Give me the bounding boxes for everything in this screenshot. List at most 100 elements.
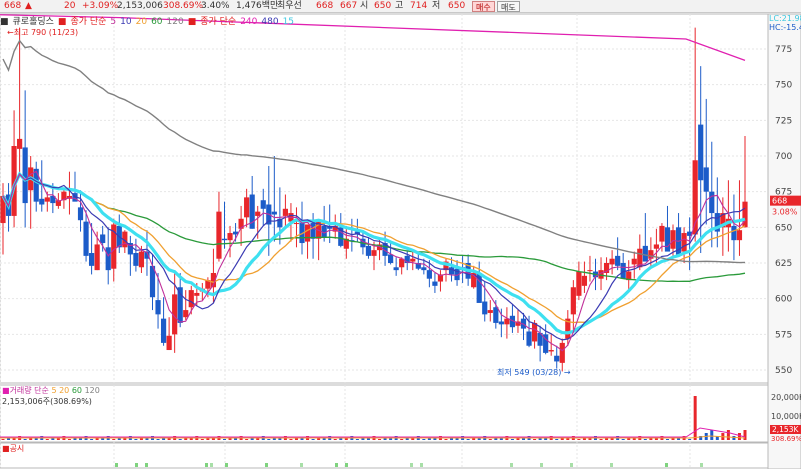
candle-body: [39, 198, 45, 205]
turnover-ratio: 3.40%: [201, 1, 230, 11]
disclosure-bar: [420, 463, 423, 467]
disclosure-bar: [205, 463, 208, 467]
candle-body: [581, 275, 588, 286]
volume-bar: [599, 439, 603, 440]
candle-body: [138, 251, 145, 268]
y-tick-label: 700: [775, 152, 792, 162]
candle-body: [310, 223, 316, 239]
change-percent: +3.09%: [82, 1, 119, 11]
volume-bar: [688, 439, 692, 440]
candle-body: [304, 224, 311, 242]
volume-bar: [90, 439, 94, 440]
candle-body: [83, 221, 89, 256]
volume-bar: [245, 439, 249, 440]
last-pct-text: 3.08%: [772, 208, 798, 217]
y-tick-label: 725: [775, 116, 792, 126]
volume-bar: [533, 439, 537, 440]
candle-body: [426, 270, 432, 279]
y-tick-label: 775: [775, 45, 792, 55]
disclosure-bar: [300, 463, 303, 467]
stock-chart[interactable]: 5505756006256506757007257507756683.08%20…: [0, 0, 801, 469]
candle-body: [432, 281, 438, 286]
lc-indicator: LC:21.98: [769, 14, 801, 23]
candle-body: [221, 238, 228, 241]
disclosure-bar: [510, 463, 513, 467]
high-label: 고: [395, 1, 404, 11]
volume-legend: ■거래량 단순 5 20 60 120: [2, 386, 100, 395]
candle-body: [388, 254, 394, 263]
y-tick-label: 550: [775, 366, 792, 376]
candle-body: [493, 307, 499, 323]
candle-body: [100, 234, 106, 244]
disclosure-bar: [345, 463, 348, 467]
volume-bar: [156, 439, 160, 440]
candle-body: [709, 191, 715, 214]
candle-body: [448, 267, 455, 275]
y-tick-label: 750: [775, 81, 792, 91]
candle-body: [33, 168, 39, 202]
legend-separator-icon: ■: [187, 17, 197, 27]
candle-body: [271, 211, 277, 215]
candle-body: [88, 253, 95, 266]
candle-body: [183, 310, 189, 318]
volume-bar: [621, 439, 625, 440]
candle-body: [105, 247, 111, 271]
volume-bar: [355, 439, 359, 440]
volume-bar: [200, 439, 204, 440]
volume-bar: [693, 396, 697, 440]
low-label: 저: [432, 1, 441, 11]
volume-ratio-text: 308.69%: [771, 435, 801, 443]
price-panel: [0, 13, 769, 384]
volume-bar: [577, 439, 581, 440]
candle-body: [365, 245, 372, 256]
volume-bar: [67, 439, 71, 440]
candle-body: [498, 321, 504, 325]
candle-body: [227, 233, 233, 241]
volume-bar: [743, 430, 747, 440]
candle-body: [642, 245, 648, 262]
volume-bar: [267, 439, 271, 440]
y-tick-label: 600: [775, 295, 792, 305]
volume-bar: [178, 439, 182, 440]
sell-button[interactable]: 매도: [497, 1, 520, 12]
last-price-text: 668: [772, 197, 787, 206]
volume-bar: [222, 439, 226, 440]
ma-15-label: 15: [282, 17, 295, 27]
candle-body: [615, 255, 621, 266]
best-bid-2: 667: [340, 1, 358, 11]
candle-body: [188, 290, 194, 308]
high-annotation: ←최고 790 (11/23): [7, 28, 79, 37]
volume-bar: [737, 433, 741, 440]
legend-separator-icon: ■: [57, 17, 67, 27]
volume-bar: [488, 439, 492, 440]
disclosure-bar: [225, 463, 228, 467]
disclosure-bar: [540, 463, 543, 467]
volume-panel: [0, 384, 769, 443]
volume-bar: [112, 439, 116, 440]
ma-60-label: 60: [151, 17, 163, 27]
buy-button[interactable]: 매수: [472, 1, 495, 12]
volume-bar: [444, 439, 448, 440]
volume-bar: [400, 439, 404, 440]
candle-body: [609, 258, 615, 265]
candle-body: [22, 147, 28, 204]
long-ma-label: 종가 단순: [200, 17, 237, 27]
volume-bar: [378, 439, 382, 440]
candle-body: [166, 335, 172, 351]
volume-bar: [710, 430, 714, 440]
candle-body: [44, 197, 50, 202]
disclosure-bar: [135, 463, 138, 467]
disclosure-bar: [265, 463, 268, 467]
disclosure-bar: [700, 463, 703, 467]
volume-last-text: 2,153K: [772, 425, 799, 434]
volume-bar: [1, 439, 5, 440]
open-label: 시: [360, 1, 369, 11]
candle-body: [421, 267, 427, 271]
volume-bar: [333, 439, 337, 440]
best-bid-label: 최우선: [277, 1, 302, 11]
candle-body: [559, 342, 565, 363]
disclosure-bar: [610, 463, 613, 467]
quote-bar: 668 ▲ 20 +3.09% 2,153,006 308.69% 3.40% …: [0, 0, 801, 13]
volume-bar: [510, 439, 514, 440]
disclosure-bar: [115, 463, 118, 467]
